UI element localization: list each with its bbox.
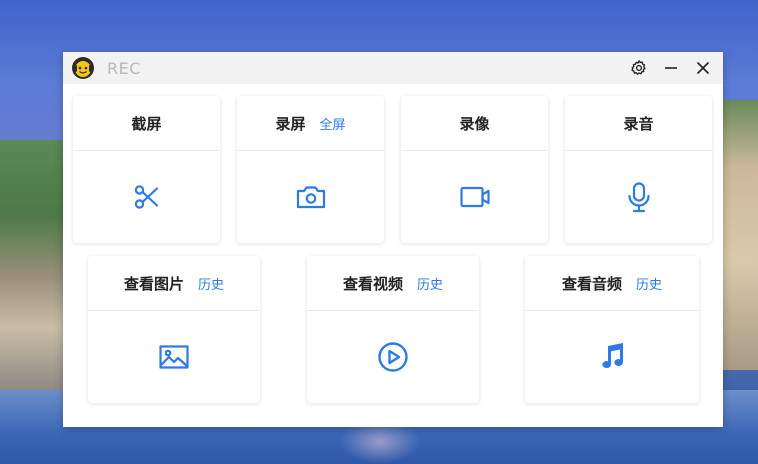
- background-cliff-left: [0, 140, 70, 390]
- card-header: 录音: [565, 96, 712, 151]
- view-audio-card[interactable]: 查看音频 历史: [525, 256, 699, 403]
- audio-record-card[interactable]: 录音: [565, 96, 712, 243]
- screenshot-button[interactable]: [73, 150, 220, 243]
- title-bar[interactable]: REC: [63, 52, 723, 84]
- screen-record-button[interactable]: [237, 150, 384, 243]
- app-window: REC 截屏 录屏 全屏 录像 录音 查看图片 历史 查看视频 历史 查看音频 …: [63, 52, 723, 427]
- image-history-link[interactable]: 历史: [198, 274, 224, 293]
- gear-icon: [631, 60, 646, 75]
- close-icon: [696, 61, 710, 75]
- card-title: 查看图片: [123, 274, 184, 293]
- microphone-icon: [627, 181, 650, 212]
- view-audio-button[interactable]: [525, 310, 699, 403]
- audio-record-button[interactable]: [565, 150, 712, 243]
- view-videos-button[interactable]: [307, 310, 479, 403]
- settings-button[interactable]: [627, 56, 651, 80]
- view-images-card[interactable]: 查看图片 历史: [88, 256, 260, 403]
- minimize-icon: [665, 67, 677, 69]
- card-header: 查看图片 历史: [88, 256, 260, 311]
- card-title: 录屏: [275, 114, 306, 133]
- minimize-button[interactable]: [659, 56, 683, 80]
- card-title: 录音: [623, 114, 654, 133]
- view-images-button[interactable]: [88, 310, 260, 403]
- music-note-icon: [602, 342, 623, 368]
- close-button[interactable]: [691, 56, 715, 80]
- card-title: 查看视频: [342, 274, 403, 293]
- video-history-link[interactable]: 历史: [417, 274, 443, 293]
- card-title: 截屏: [131, 114, 162, 133]
- app-title: REC: [107, 59, 141, 78]
- card-title: 查看音频: [561, 274, 622, 293]
- video-camera-icon: [459, 186, 490, 207]
- screen-record-card[interactable]: 录屏 全屏: [237, 96, 384, 243]
- card-header: 查看音频 历史: [525, 256, 699, 311]
- play-circle-icon: [378, 341, 408, 372]
- video-record-button[interactable]: [401, 150, 548, 243]
- background-cliff-right: [722, 100, 758, 370]
- fullscreen-link[interactable]: 全屏: [320, 114, 346, 133]
- video-record-card[interactable]: 录像: [401, 96, 548, 243]
- audio-history-link[interactable]: 历史: [636, 274, 662, 293]
- view-videos-card[interactable]: 查看视频 历史: [307, 256, 479, 403]
- screenshot-card[interactable]: 截屏: [73, 96, 220, 243]
- app-logo-icon: [71, 56, 95, 80]
- card-header: 录屏 全屏: [237, 96, 384, 151]
- scissors-icon: [134, 184, 158, 209]
- card-title: 录像: [459, 114, 490, 133]
- card-header: 查看视频 历史: [307, 256, 479, 311]
- card-header: 录像: [401, 96, 548, 151]
- image-icon: [159, 344, 189, 369]
- camera-icon: [296, 185, 325, 208]
- card-header: 截屏: [73, 96, 220, 151]
